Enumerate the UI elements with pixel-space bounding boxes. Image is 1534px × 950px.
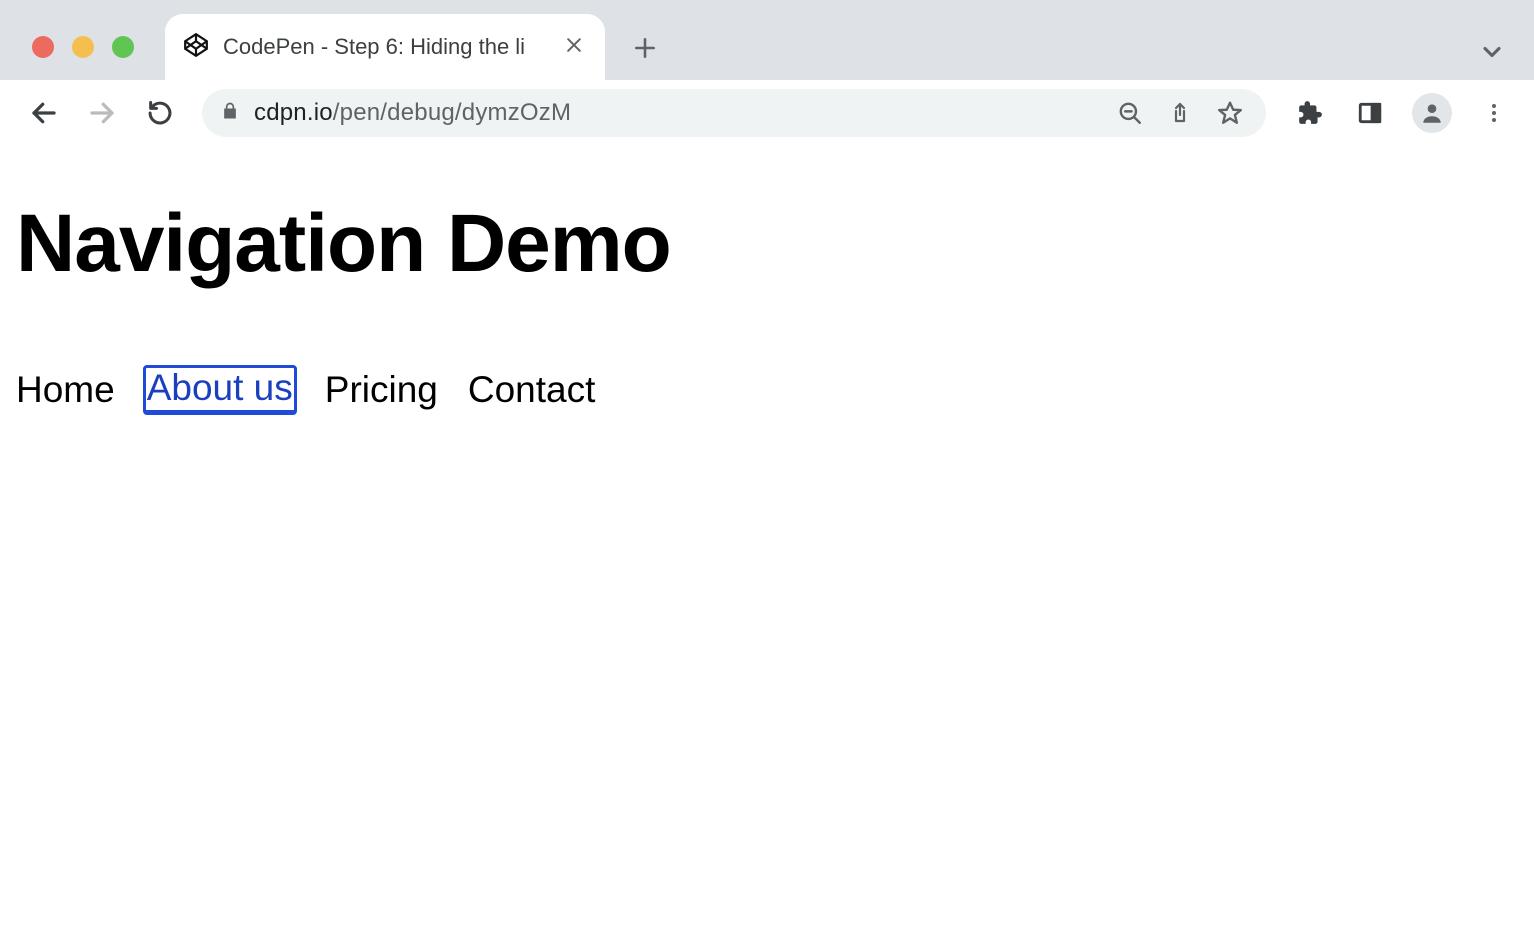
window-close-button[interactable]	[32, 36, 54, 58]
forward-button[interactable]	[80, 91, 124, 135]
share-icon[interactable]	[1162, 95, 1198, 131]
tab-title: CodePen - Step 6: Hiding the li	[223, 34, 547, 60]
page-title: Navigation Demo	[16, 201, 1518, 287]
url-path: /pen/debug/dymzOzM	[333, 99, 571, 126]
nav-link-home[interactable]: Home	[16, 369, 115, 412]
toolbar-right	[1286, 93, 1512, 133]
profile-avatar[interactable]	[1412, 93, 1452, 133]
nav-link-contact[interactable]: Contact	[468, 369, 596, 412]
nav-link-pricing[interactable]: Pricing	[325, 369, 438, 412]
tab-close-button[interactable]	[561, 35, 587, 60]
browser-tab[interactable]: CodePen - Step 6: Hiding the li	[165, 14, 605, 80]
page-content: Navigation Demo Home About us Pricing Co…	[0, 146, 1534, 413]
url-host: cdpn.io	[254, 99, 333, 126]
kebab-menu-icon[interactable]	[1476, 95, 1512, 131]
tab-strip: CodePen - Step 6: Hiding the li	[0, 0, 1534, 80]
back-button[interactable]	[22, 91, 66, 135]
browser-toolbar: cdpn.io/pen/debug/dymzOzM	[0, 80, 1534, 146]
zoom-out-icon[interactable]	[1112, 95, 1148, 131]
window-controls	[32, 36, 134, 58]
reload-button[interactable]	[138, 91, 182, 135]
window-minimize-button[interactable]	[72, 36, 94, 58]
extensions-icon[interactable]	[1292, 95, 1328, 131]
codepen-icon	[183, 32, 209, 63]
lock-icon	[220, 101, 240, 126]
side-panel-icon[interactable]	[1352, 95, 1388, 131]
address-bar[interactable]: cdpn.io/pen/debug/dymzOzM	[202, 89, 1266, 137]
nav-link-about-us[interactable]: About us	[145, 367, 295, 413]
main-nav: Home About us Pricing Contact	[16, 367, 1518, 413]
url-text: cdpn.io/pen/debug/dymzOzM	[254, 99, 571, 127]
tab-list-button[interactable]	[1478, 38, 1506, 71]
bookmark-star-icon[interactable]	[1212, 95, 1248, 131]
new-tab-button[interactable]	[625, 28, 665, 68]
browser-chrome: CodePen - Step 6: Hiding the li cd	[0, 0, 1534, 146]
window-zoom-button[interactable]	[112, 36, 134, 58]
